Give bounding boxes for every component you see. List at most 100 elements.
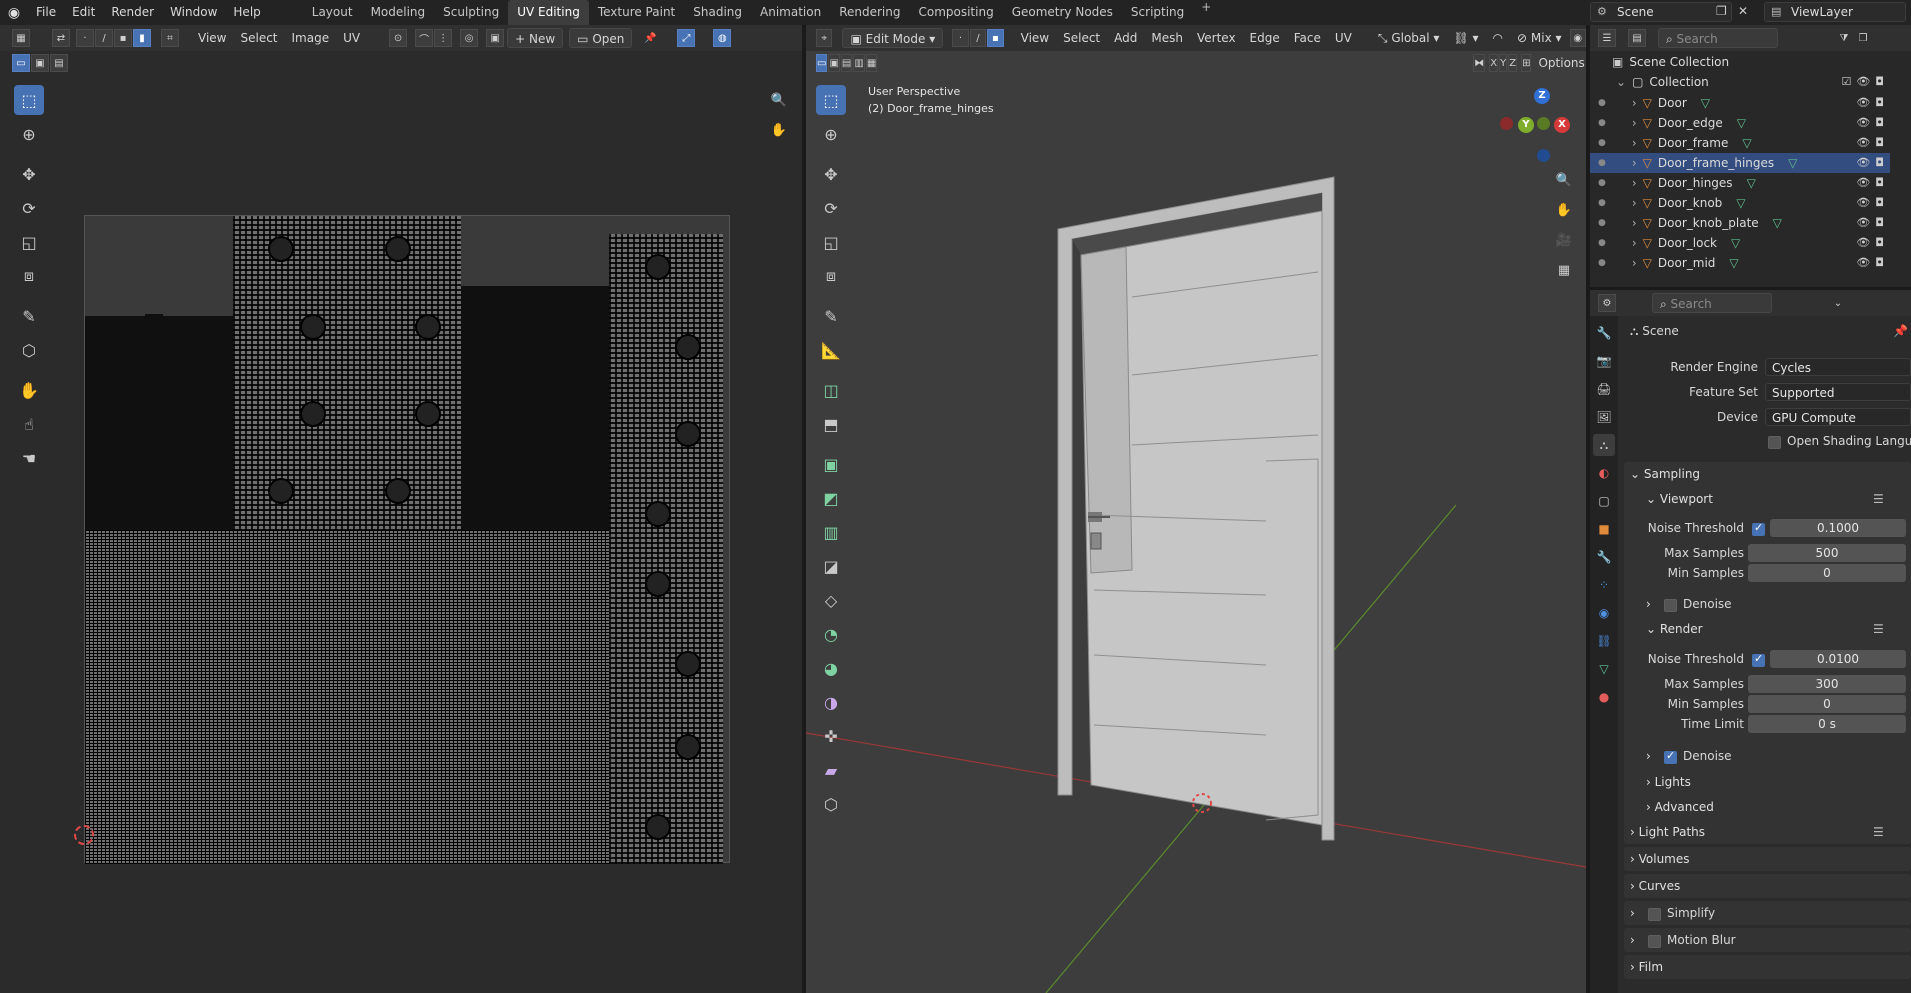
osl-checkbox[interactable] xyxy=(1768,436,1781,449)
uv-hinge-island[interactable] xyxy=(415,314,441,340)
uv-hinge-island[interactable] xyxy=(675,651,701,677)
motion-blur-checkbox[interactable] xyxy=(1648,935,1661,948)
scene-tab-icon[interactable]: ⛬ xyxy=(1593,434,1615,456)
new-image-button[interactable]: + New xyxy=(507,28,564,48)
delete-scene-icon[interactable]: ✕ xyxy=(1738,4,1748,18)
pin-icon[interactable]: 📌 xyxy=(1893,324,1908,338)
mesh-data-icon[interactable]: ▽ xyxy=(1729,256,1738,270)
gizmo-neg-x[interactable] xyxy=(1500,117,1513,130)
eye-icon[interactable]: 👁 xyxy=(1856,136,1870,149)
mesh-data-icon[interactable]: ▽ xyxy=(1737,116,1746,130)
tab-geometry-nodes[interactable]: Geometry Nodes xyxy=(1003,0,1122,25)
chevron-right-icon[interactable]: › xyxy=(1632,136,1637,150)
chevron-right-icon[interactable]: › xyxy=(1632,236,1637,250)
render-subpanel-header[interactable]: ⌄ Render xyxy=(1646,622,1703,636)
pinch-tool-icon[interactable]: ☚ xyxy=(14,443,44,473)
dot-icon[interactable]: ● xyxy=(1598,178,1606,188)
chevron-right-icon[interactable]: › xyxy=(1632,176,1637,190)
pan-hand-icon[interactable]: ✋ xyxy=(1552,198,1576,222)
new-scene-icon[interactable]: ❐ xyxy=(1716,4,1727,18)
menu-window[interactable]: Window xyxy=(162,0,225,25)
sampling-header[interactable]: ⌄ Sampling xyxy=(1630,467,1700,481)
scale-tool-icon[interactable]: ◱ xyxy=(816,227,846,257)
gizmo-neg-y[interactable] xyxy=(1537,117,1550,130)
dot-icon[interactable]: ● xyxy=(1598,258,1606,268)
object-name[interactable]: Door_edge xyxy=(1658,116,1723,130)
mesh-data-icon[interactable]: ▽ xyxy=(1747,176,1756,190)
presets-list-icon[interactable]: ☰ xyxy=(1873,492,1884,506)
uv-hinge-island[interactable] xyxy=(645,814,671,840)
chevron-right-icon[interactable]: › xyxy=(1632,156,1637,170)
chevron-right-icon[interactable]: › xyxy=(1632,216,1637,230)
spin-tool-icon[interactable]: ◔ xyxy=(816,619,846,649)
outliner-row-object[interactable]: ● › ▽ Door_knob_plate ▽ 👁 ◘ xyxy=(1590,213,1890,233)
vertex-select-icon[interactable]: · xyxy=(76,29,94,47)
constraints-tab-icon[interactable]: ⛓ xyxy=(1593,630,1615,652)
mesh-data-icon[interactable]: ▽ xyxy=(1731,236,1740,250)
r-min-samples-field[interactable]: 0 xyxy=(1748,695,1906,713)
zoom-icon[interactable]: 🔍 xyxy=(767,88,791,112)
viewport-scene[interactable] xyxy=(806,25,1586,993)
outliner-row-object[interactable]: ● › ▽ Door_lock ▽ 👁 ◘ xyxy=(1590,233,1890,253)
uv-editor[interactable]: ▦ ⇄ · / ▪ ▮ ⌗ View Select Image UV ⊙ ⌒ ⋮… xyxy=(0,25,802,993)
select-mode-new-icon[interactable]: ▭ xyxy=(12,54,30,72)
uv-island[interactable] xyxy=(85,530,609,864)
uv-island[interactable] xyxy=(463,288,513,328)
uv-hinge-island[interactable] xyxy=(675,734,701,760)
tab-texture-paint[interactable]: Texture Paint xyxy=(589,0,684,25)
face-select-icon[interactable]: ▪ xyxy=(114,29,132,47)
menu-render[interactable]: Render xyxy=(103,0,162,25)
collection-tab-icon[interactable]: ▢ xyxy=(1593,490,1615,512)
perspective-grid-icon[interactable]: ▦ xyxy=(1552,258,1576,282)
gizmo-neg-z[interactable] xyxy=(1537,149,1550,162)
menu-uv[interactable]: UV xyxy=(336,28,367,48)
extrude-tool-icon[interactable]: ⬒ xyxy=(816,409,846,439)
pin-icon[interactable]: 📌 xyxy=(641,29,659,47)
checkbox-icon[interactable]: ☑ xyxy=(1841,75,1851,88)
outliner-row-object[interactable]: ● › ▽ Door_edge ▽ 👁 ◘ xyxy=(1590,113,1890,133)
dot-icon[interactable]: ● xyxy=(1598,158,1606,168)
uv-hinge-island[interactable] xyxy=(385,236,411,262)
select-box-tool-icon[interactable]: ⬚ xyxy=(14,85,44,115)
vp-max-samples-field[interactable]: 500 xyxy=(1748,544,1906,562)
measure-tool-icon[interactable]: 📐 xyxy=(816,335,846,365)
object-name[interactable]: Door_knob xyxy=(1658,196,1722,210)
view-layer-selector[interactable]: ▤ ViewLayer xyxy=(1764,2,1906,22)
overlay-toggle-icon[interactable]: ◍ xyxy=(713,29,732,47)
camera-icon[interactable]: ◘ xyxy=(1875,196,1884,209)
vp-noise-threshold-field[interactable]: 0.1000 xyxy=(1770,519,1906,537)
eye-icon[interactable]: 👁 xyxy=(1856,236,1870,249)
tool-tab-icon[interactable]: 🔧 xyxy=(1593,322,1615,344)
vp-denoise-header[interactable]: › xyxy=(1646,597,1651,611)
select-mode-extend-icon[interactable]: ▣ xyxy=(31,54,49,72)
camera-icon[interactable]: ◘ xyxy=(1875,236,1884,249)
object-name[interactable]: Door xyxy=(1658,96,1687,110)
film-header[interactable]: › Film xyxy=(1630,960,1663,974)
island-select-icon[interactable]: ▮ xyxy=(133,29,151,47)
dot-icon[interactable]: ● xyxy=(1598,138,1606,148)
outliner[interactable]: ☰ ▤ ⌕ Search ⧩ ❐ ▣ Scene Collection ⌄ ▢ … xyxy=(1590,25,1911,287)
edge-select-icon[interactable]: / xyxy=(95,29,113,47)
outliner-row-object[interactable]: ● › ▽ Door ▽ 👁 ◘ xyxy=(1590,93,1890,113)
mesh-data-icon[interactable]: ▽ xyxy=(1701,96,1710,110)
bevel-tool-icon[interactable]: ◩ xyxy=(816,483,846,513)
annotate-tool-icon[interactable]: ✎ xyxy=(816,301,846,331)
outliner-search[interactable]: ⌕ Search xyxy=(1658,28,1778,48)
menu-image[interactable]: Image xyxy=(285,28,337,48)
eye-icon[interactable]: 👁 xyxy=(1856,96,1870,109)
chevron-down-icon[interactable]: ⌄ xyxy=(1829,294,1847,312)
dot-icon[interactable]: ● xyxy=(1598,238,1606,248)
vp-denoise-checkbox[interactable] xyxy=(1664,599,1677,612)
outliner-row-object[interactable]: ● › ▽ Door_mid ▽ 👁 ◘ xyxy=(1590,253,1890,273)
shrink-fatten-tool-icon[interactable]: ✜ xyxy=(816,721,846,751)
chevron-down-icon[interactable]: ⌄ xyxy=(1616,75,1626,89)
feature-set-dropdown[interactable]: Supported xyxy=(1765,383,1911,401)
device-dropdown[interactable]: GPU Compute xyxy=(1765,408,1911,426)
menu-view[interactable]: View xyxy=(191,28,233,48)
eye-icon[interactable]: 👁 xyxy=(1856,156,1870,169)
transform-tool-icon[interactable]: ⧈ xyxy=(816,261,846,291)
smooth-tool-icon[interactable]: ◕ xyxy=(816,653,846,683)
tab-animation[interactable]: Animation xyxy=(751,0,830,25)
eye-icon[interactable]: 👁 xyxy=(1856,176,1870,189)
simplify-header[interactable]: › xyxy=(1630,906,1635,920)
